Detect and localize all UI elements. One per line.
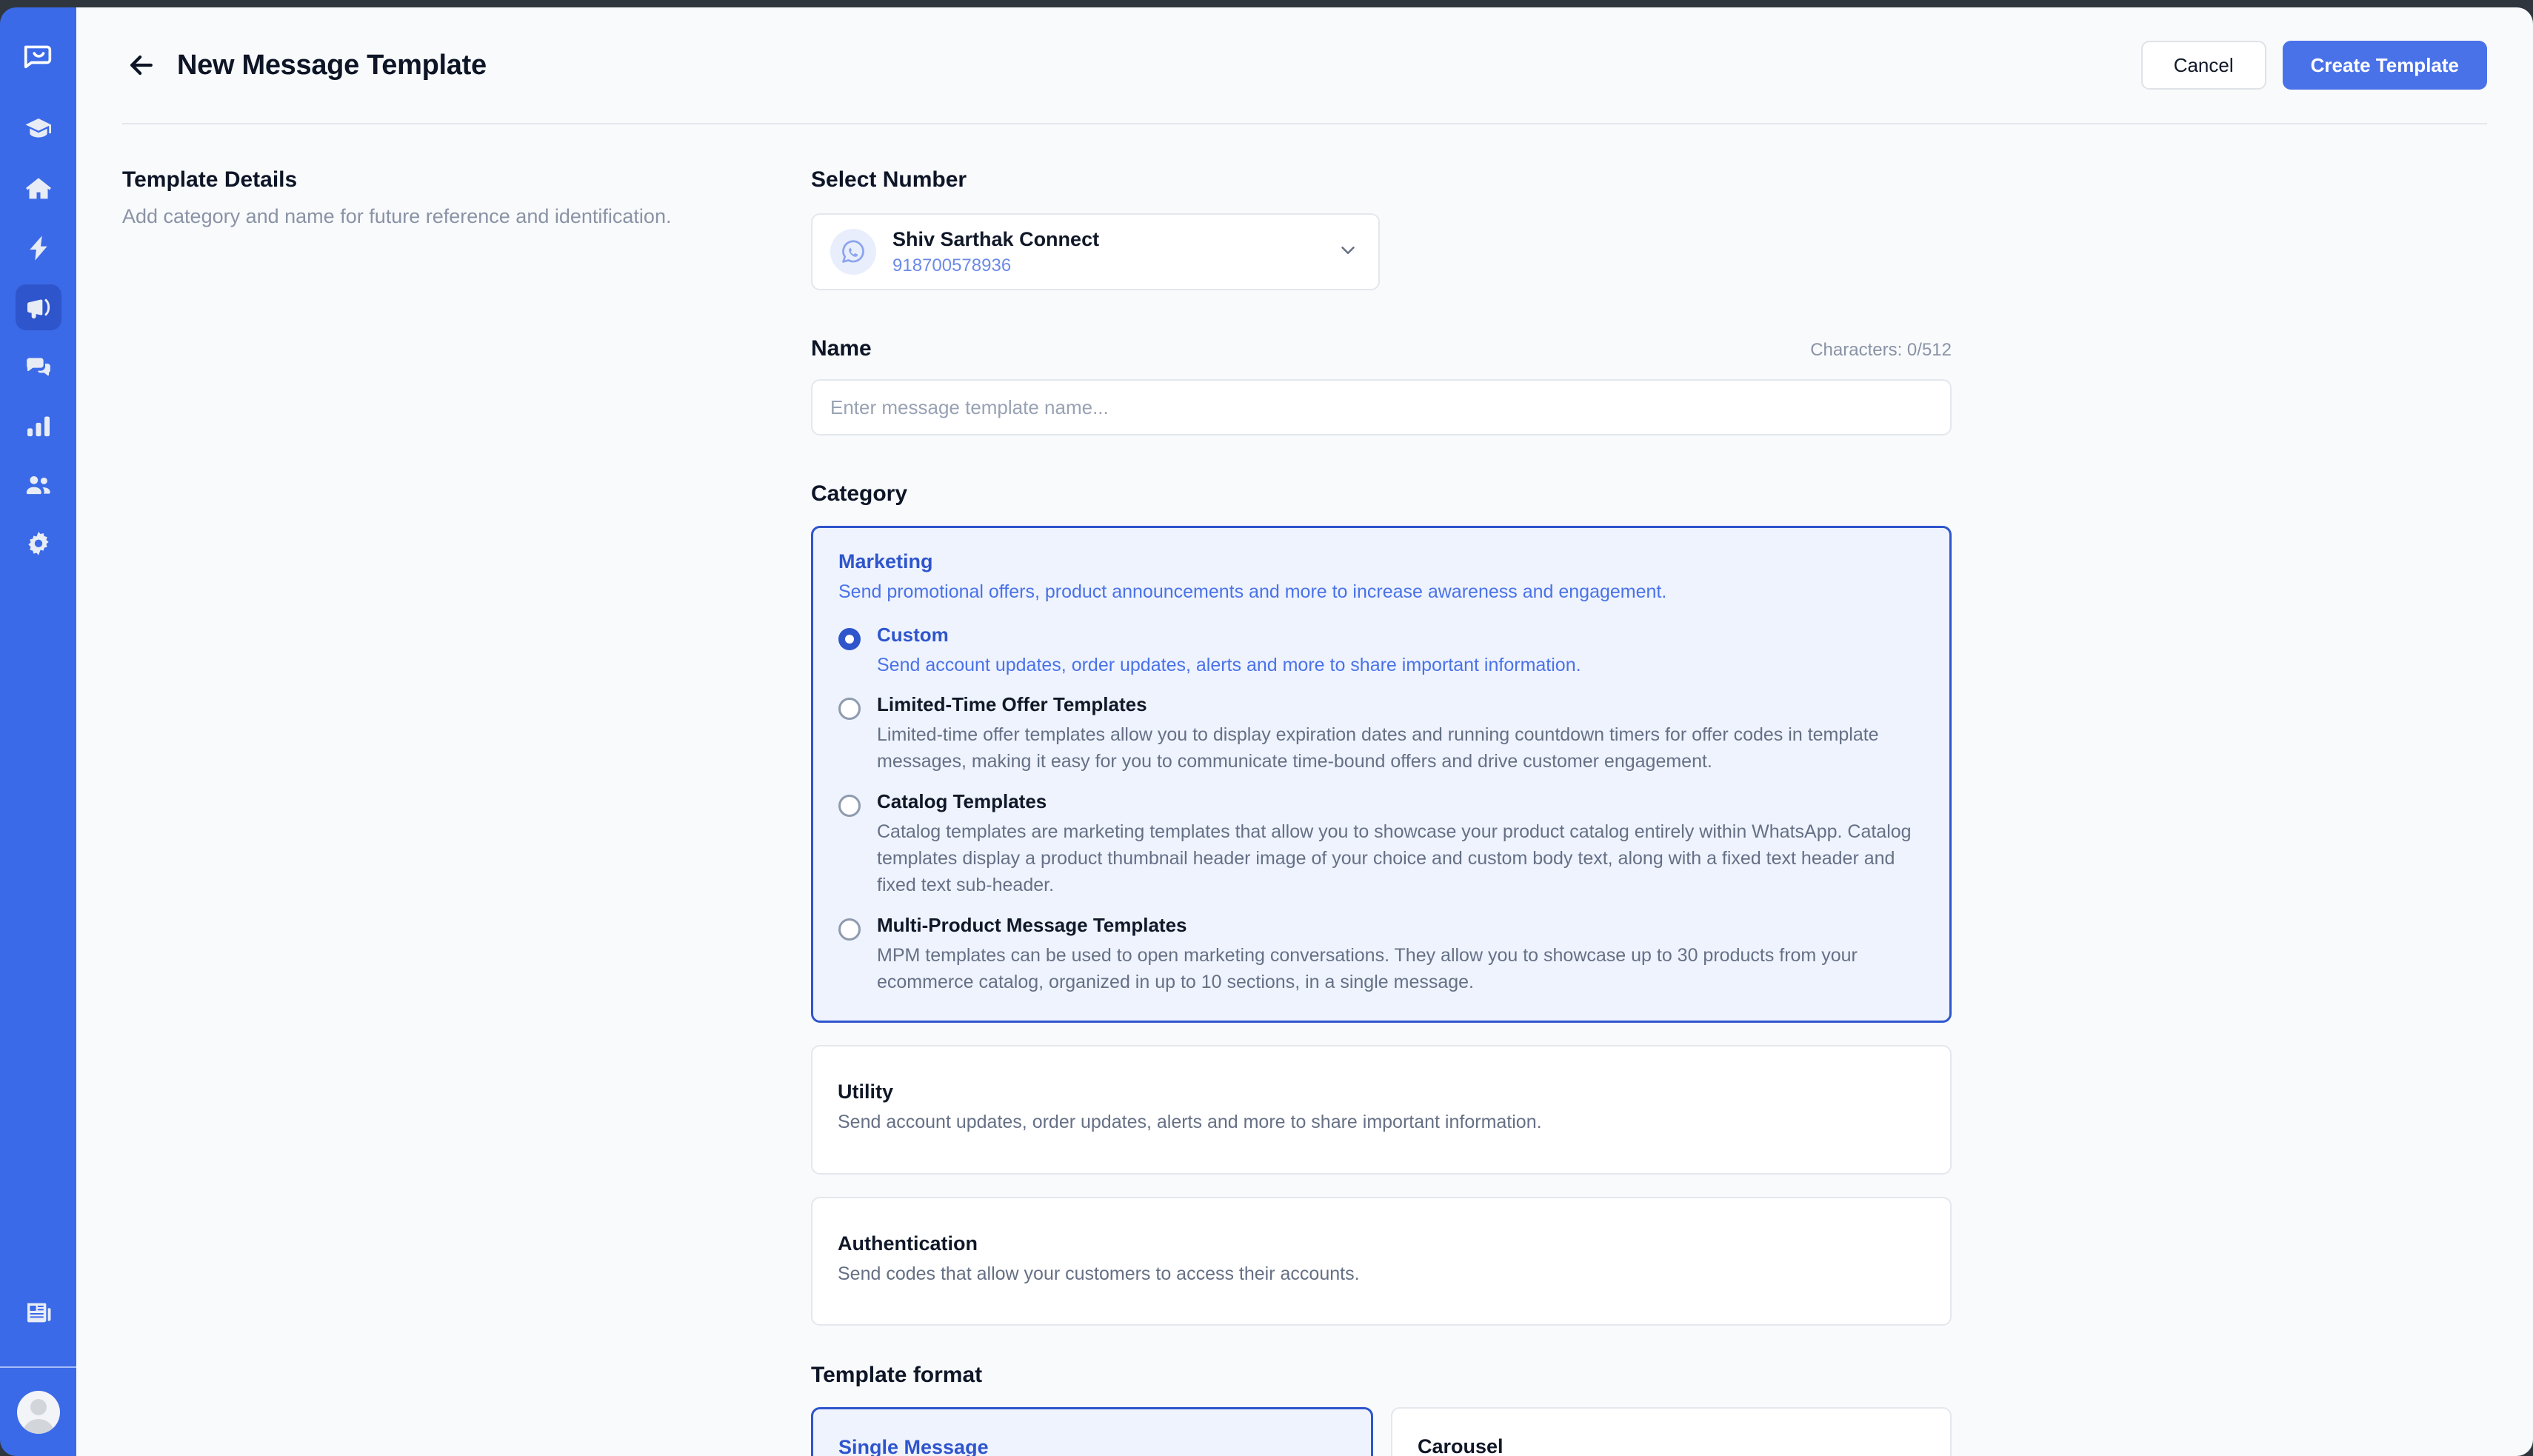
radio-description: Limited-time offer templates allow you t… [877,724,1879,772]
category-title: Utility [838,1081,894,1103]
radio-label: Catalog Templates [877,789,1047,812]
avatar[interactable] [16,1390,60,1434]
radio-option-limited-time-offer[interactable]: Limited-Time Offer Templates Limited-tim… [838,693,1924,775]
radio-description: Send account updates, order updates, ale… [877,654,1581,675]
format-card-single-message[interactable]: Single Message [811,1407,1373,1456]
category-description: Send account updates, order updates, ale… [838,1112,1542,1133]
category-description: Send promotional offers, product announc… [838,581,1667,602]
category-card-utility[interactable]: Utility Send account updates, order upda… [811,1045,1952,1175]
category-description: Send codes that allow your customers to … [838,1263,1360,1284]
radio-label: Limited-Time Offer Templates [877,692,1147,715]
name-field-header: Name Characters: 0/512 [811,336,1952,361]
radio-option-custom[interactable]: Custom Send account updates, order updat… [838,624,1924,678]
template-details-title: Template Details [122,167,298,192]
sidebar-item-conversations[interactable] [16,344,61,390]
name-label: Name [811,336,872,361]
template-name-input[interactable] [811,379,1952,435]
template-format-options: Single Message Carousel [811,1407,1952,1456]
template-details-panel: Template Details Add category and name f… [122,167,811,1456]
account-name: Shiv Sarthak Connect [892,228,1100,251]
main-area: New Message Template Cancel Create Templ… [76,7,2533,1456]
radio-label: Multi-Product Message Templates [877,913,1187,936]
format-title: Single Message [838,1436,989,1456]
character-count: Characters: 0/512 [1810,340,1952,360]
category-card-marketing[interactable]: Marketing Send promotional offers, produ… [811,526,1952,1023]
sidebar-nav [15,107,61,567]
marketing-options: Custom Send account updates, order updat… [838,624,1924,996]
sidebar-item-campaigns[interactable] [15,284,61,330]
template-details-subtitle: Add category and name for future referen… [122,205,672,227]
whatsapp-icon [830,229,876,275]
category-label: Category [811,481,908,506]
sidebar-item-automation[interactable] [16,225,61,271]
category-title: Authentication [838,1232,978,1255]
sidebar-item-home[interactable] [16,166,61,212]
select-number-label: Select Number [811,167,967,192]
radio-label: Custom [877,623,949,646]
create-template-button[interactable]: Create Template [2282,41,2487,90]
content-area: Template Details Add category and name f… [76,124,2533,1456]
radio-button[interactable] [838,627,861,650]
template-format-label: Template format [811,1363,983,1388]
page-title: New Message Template [177,49,487,81]
top-bar-actions: Cancel Create Template [2140,41,2487,90]
arrow-left-icon[interactable] [122,46,161,84]
top-bar: New Message Template Cancel Create Templ… [76,7,2533,123]
sidebar-bottom [0,1289,76,1456]
number-info: Shiv Sarthak Connect 918700578936 [892,227,1099,276]
category-title: Marketing [838,550,933,572]
category-card-authentication[interactable]: Authentication Send codes that allow you… [811,1196,1952,1326]
format-title: Carousel [1418,1435,1504,1456]
sidebar-item-settings[interactable] [16,521,61,567]
sidebar [0,7,76,1456]
account-phone: 918700578936 [892,255,1012,275]
radio-description: MPM templates can be used to open market… [877,944,1858,992]
number-select-dropdown[interactable]: Shiv Sarthak Connect 918700578936 [811,213,1380,290]
sidebar-item-contacts[interactable] [16,462,61,508]
radio-button[interactable] [838,794,861,817]
app-logo[interactable] [16,31,61,77]
radio-option-multi-product[interactable]: Multi-Product Message Templates MPM temp… [838,914,1924,996]
avatar-container [0,1368,76,1456]
radio-button[interactable] [838,697,861,720]
cancel-button[interactable]: Cancel [2140,41,2266,90]
radio-description: Catalog templates are marketing template… [877,821,1912,896]
radio-option-catalog[interactable]: Catalog Templates Catalog templates are … [838,790,1924,899]
radio-button[interactable] [838,918,861,941]
app-window: New Message Template Cancel Create Templ… [0,0,2533,1456]
format-card-carousel[interactable]: Carousel [1391,1407,1952,1456]
chevron-down-icon[interactable] [1337,239,1359,265]
sidebar-item-learn[interactable] [16,107,61,153]
form-panel: Select Number Shiv Sarthak Connect 91870… [811,167,1952,1456]
sidebar-item-analytics[interactable] [16,403,61,449]
newspaper-icon[interactable] [16,1289,61,1335]
